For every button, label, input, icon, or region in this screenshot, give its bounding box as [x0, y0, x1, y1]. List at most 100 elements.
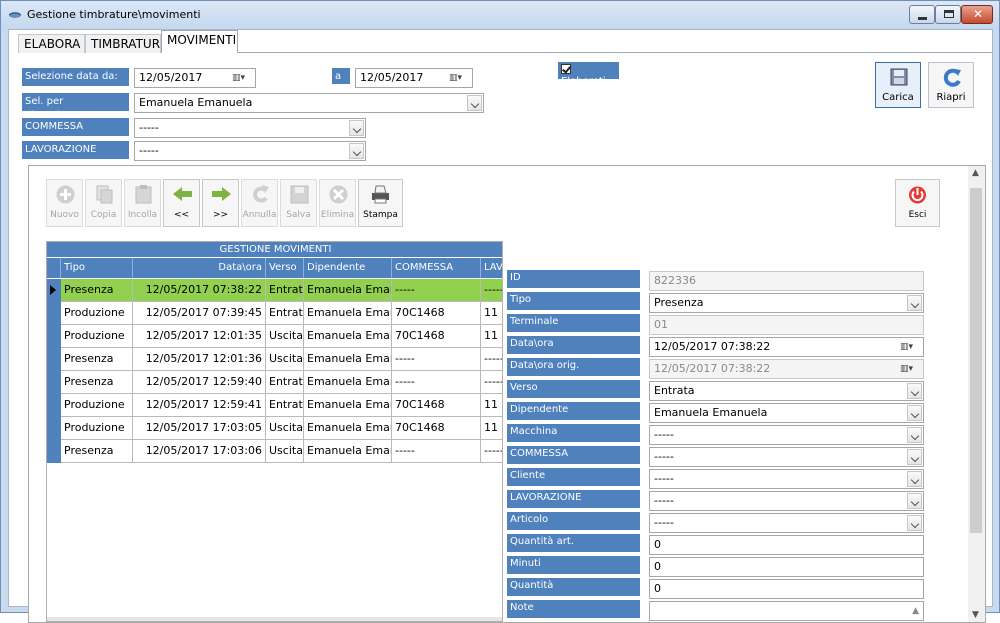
maximize-button[interactable]: [935, 5, 961, 24]
minimize-button[interactable]: [909, 5, 935, 24]
date-to-picker[interactable]: 12/05/2017 ▥▾: [355, 68, 473, 88]
riapri-button[interactable]: Riapri: [928, 62, 974, 108]
stampa-button[interactable]: Stampa: [358, 179, 403, 227]
table-cell[interactable]: 12/05/2017 17:03:05: [133, 417, 266, 440]
table-cell[interactable]: Produzione: [61, 325, 133, 348]
chevron-down-icon[interactable]: [907, 295, 922, 311]
copia-button[interactable]: Copia: [85, 179, 122, 227]
table-cell[interactable]: Entrat: [266, 302, 304, 325]
scroll-thumb[interactable]: [970, 188, 982, 533]
table-cell[interactable]: Emanuela Emanu: [304, 302, 392, 325]
col-tipo[interactable]: Tipo: [61, 258, 133, 278]
table-cell[interactable]: -----: [392, 440, 481, 463]
table-cell[interactable]: 11: [481, 325, 502, 348]
tab-movimenti[interactable]: MOVIMENTI: [161, 30, 238, 53]
elaborati-checkbox[interactable]: Elaborati: [558, 62, 619, 87]
chevron-down-icon[interactable]: [349, 120, 364, 136]
table-cell[interactable]: 12/05/2017 12:59:41: [133, 394, 266, 417]
col-verso[interactable]: Verso: [266, 258, 304, 278]
table-cell[interactable]: 12/05/2017 07:39:45: [133, 302, 266, 325]
field-quantita-art[interactable]: 0: [649, 535, 924, 555]
salva-button[interactable]: Salva: [280, 179, 317, 227]
chevron-down-icon[interactable]: [907, 449, 922, 465]
nuovo-button[interactable]: Nuovo: [46, 179, 83, 227]
field-minuti[interactable]: 0: [649, 557, 924, 577]
calendar-icon[interactable]: ▥▾: [232, 72, 252, 84]
next-button[interactable]: >>: [202, 179, 239, 227]
lavorazione-select[interactable]: -----: [134, 141, 366, 161]
col-dataora[interactable]: Data\ora: [133, 258, 266, 278]
table-cell[interactable]: Presenza: [61, 348, 133, 371]
annulla-button[interactable]: Annulla: [241, 179, 278, 227]
table-cell[interactable]: Uscita: [266, 325, 304, 348]
scroll-up-icon[interactable]: ▲: [912, 605, 919, 617]
table-cell[interactable]: Produzione: [61, 417, 133, 440]
table-cell[interactable]: Entrat: [266, 394, 304, 417]
tab-elabora[interactable]: ELABORA: [18, 34, 85, 53]
table-cell[interactable]: Entrat: [266, 279, 304, 302]
table-cell[interactable]: 11: [481, 417, 502, 440]
table-cell[interactable]: Presenza: [61, 440, 133, 463]
field-dipendente[interactable]: Emanuela Emanuela: [649, 403, 924, 423]
col-commessa[interactable]: COMMESSA: [392, 258, 481, 278]
table-cell[interactable]: Entrat: [266, 371, 304, 394]
chevron-down-icon[interactable]: [467, 95, 482, 111]
table-cell[interactable]: Uscita: [266, 440, 304, 463]
vertical-scrollbar[interactable]: ▲ ▼: [968, 166, 985, 622]
row-selector[interactable]: [47, 394, 61, 417]
calendar-icon[interactable]: ▥▾: [449, 72, 469, 84]
field-verso[interactable]: Entrata: [649, 381, 924, 401]
table-cell[interactable]: Emanuela Emanu: [304, 417, 392, 440]
chevron-down-icon[interactable]: [907, 515, 922, 531]
field-lavorazione[interactable]: -----: [649, 491, 924, 511]
close-button[interactable]: ✕: [961, 5, 993, 24]
calendar-icon[interactable]: ▥▾: [900, 341, 920, 353]
table-cell[interactable]: -----: [481, 440, 502, 463]
row-selector[interactable]: [47, 325, 61, 348]
table-cell[interactable]: Presenza: [61, 371, 133, 394]
row-selector[interactable]: [47, 348, 61, 371]
table-cell[interactable]: Emanuela Emanu: [304, 279, 392, 302]
table-cell[interactable]: 70C1468: [392, 302, 481, 325]
table-cell[interactable]: Emanuela Emanu: [304, 394, 392, 417]
prev-button[interactable]: <<: [163, 179, 200, 227]
table-cell[interactable]: 12/05/2017 12:59:40: [133, 371, 266, 394]
field-tipo[interactable]: Presenza: [649, 293, 924, 313]
chevron-down-icon[interactable]: [349, 143, 364, 159]
esci-button[interactable]: Esci: [895, 179, 940, 227]
table-cell[interactable]: -----: [481, 371, 502, 394]
chevron-down-icon[interactable]: [907, 405, 922, 421]
chevron-down-icon[interactable]: [907, 471, 922, 487]
table-cell[interactable]: Emanuela Emanu: [304, 348, 392, 371]
carica-button[interactable]: Carica: [875, 62, 921, 108]
table-cell[interactable]: -----: [481, 348, 502, 371]
field-articolo[interactable]: -----: [649, 513, 924, 533]
table-cell[interactable]: -----: [392, 279, 481, 302]
table-cell[interactable]: Produzione: [61, 302, 133, 325]
chevron-down-icon[interactable]: [907, 383, 922, 399]
chevron-down-icon[interactable]: [907, 427, 922, 443]
field-dataora[interactable]: 12/05/2017 07:38:22 ▥▾: [649, 337, 924, 357]
table-cell[interactable]: Emanuela Emanu: [304, 325, 392, 348]
row-selector[interactable]: [47, 371, 61, 394]
tab-timbrature[interactable]: TIMBRATURE: [85, 34, 168, 53]
incolla-button[interactable]: Incolla: [124, 179, 161, 227]
table-cell[interactable]: 70C1468: [392, 417, 481, 440]
table-cell[interactable]: Presenza: [61, 279, 133, 302]
table-cell[interactable]: 12/05/2017 12:01:35: [133, 325, 266, 348]
table-cell[interactable]: Emanuela Emanu: [304, 440, 392, 463]
table-cell[interactable]: Uscita: [266, 348, 304, 371]
table-cell[interactable]: 70C1468: [392, 394, 481, 417]
field-cliente[interactable]: -----: [649, 469, 924, 489]
scroll-down-icon[interactable]: ▼: [972, 610, 979, 620]
col-lav[interactable]: LAV: [481, 258, 502, 278]
table-cell[interactable]: Emanuela Emanu: [304, 371, 392, 394]
row-selector[interactable]: [47, 440, 61, 463]
table-cell[interactable]: 12/05/2017 17:03:06: [133, 440, 266, 463]
table-cell[interactable]: -----: [392, 348, 481, 371]
row-selector[interactable]: [47, 417, 61, 440]
row-selector[interactable]: [47, 302, 61, 325]
table-cell[interactable]: 12/05/2017 12:01:36: [133, 348, 266, 371]
horizontal-scrollbar[interactable]: [47, 617, 502, 621]
table-cell[interactable]: -----: [481, 279, 502, 302]
